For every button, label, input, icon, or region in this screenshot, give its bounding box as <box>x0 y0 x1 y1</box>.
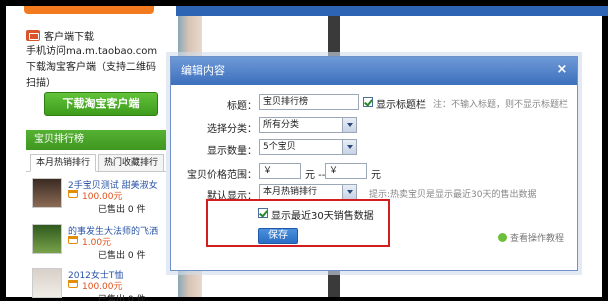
show-title-checkbox[interactable] <box>363 97 373 107</box>
recent-sales-label: 显示最近30天销售数据 <box>271 211 374 222</box>
view-tutorial-label: 查看操作教程 <box>510 234 565 244</box>
title-input[interactable]: 宝贝排行榜 <box>259 94 359 110</box>
cart-icon <box>68 280 78 288</box>
chevron-down-icon <box>342 118 356 132</box>
cart-icon <box>68 190 78 198</box>
tab-monthly-hot[interactable]: 本月热销排行 <box>30 154 96 172</box>
help-icon <box>498 233 507 242</box>
price-unit-separator: 元 -- <box>305 170 326 181</box>
recent-sales-checkbox[interactable] <box>258 208 268 218</box>
product-thumbnail[interactable] <box>32 224 62 254</box>
dialog-title: 编辑内容 <box>181 64 225 77</box>
show-title-label: 显示标题栏 <box>376 100 426 111</box>
product-price: 100.00元 <box>82 192 123 202</box>
product-price: 1.00元 <box>82 238 112 248</box>
category-selected-value: 所有分类 <box>263 120 300 130</box>
rank-list-item[interactable]: 的事发生大法师的飞洒 1.00元 已售出 0 件 <box>26 224 170 268</box>
cart-icon <box>68 236 78 244</box>
close-icon[interactable]: × <box>555 63 569 77</box>
title-hint: 注：不输入标题，则不显示标题栏 <box>433 100 569 110</box>
count-row: 显示数量： 5个宝贝 <box>171 139 579 157</box>
client-download-icon <box>26 30 40 41</box>
default-display-select[interactable]: 本月热销排行 <box>259 184 357 200</box>
price-unit: 元 <box>371 170 381 181</box>
client-download-description: 手机访问ma.m.taobao.com 下载淘宝客户端（支持二维码 扫描） <box>26 46 158 89</box>
download-client-button[interactable]: 下载淘宝客户端 <box>44 92 158 116</box>
price-range-label: 宝贝价格范围： <box>187 170 257 181</box>
product-price: 100.00元 <box>82 282 123 292</box>
page-blue-header <box>176 6 608 16</box>
rank-list-item[interactable]: 2012女士T恤 100.00元 已售出 0 件 <box>26 268 170 301</box>
client-download-title: 客户端下载 <box>44 32 94 43</box>
rank-widget-header: 宝贝排行榜 <box>26 130 170 150</box>
product-sold-count: 已售出 0 件 <box>98 205 146 215</box>
rank-tabs: 本月热销排行 热门收藏排行 <box>26 154 170 172</box>
view-tutorial-link[interactable]: 查看操作教程 <box>498 231 564 244</box>
count-select[interactable]: 5个宝贝 <box>259 139 357 155</box>
shop-sidebar: 客户端下载 手机访问ma.m.taobao.com 下载淘宝客户端（支持二维码 … <box>6 6 170 301</box>
category-row: 选择分类： 所有分类 <box>171 117 579 135</box>
product-thumbnail[interactable] <box>32 178 62 208</box>
count-selected-value: 5个宝贝 <box>263 142 296 152</box>
title-row: 标题： 宝贝排行榜 显示标题栏 注：不输入标题，则不显示标题栏 <box>171 94 579 112</box>
top-orange-button[interactable] <box>24 6 154 14</box>
category-label: 选择分类： <box>207 124 257 135</box>
price-range-row: 宝贝价格范围： ￥ 元 -- ￥ 元 <box>171 163 579 181</box>
save-button[interactable]: 保存 <box>258 228 298 244</box>
price-min-input[interactable]: ￥ <box>259 163 301 179</box>
chevron-down-icon <box>342 185 356 199</box>
window-frame-right <box>602 0 608 301</box>
count-label: 显示数量： <box>207 146 257 157</box>
product-sold-count: 已售出 0 件 <box>98 251 146 261</box>
price-max-input[interactable]: ￥ <box>325 163 367 179</box>
title-label: 标题： <box>227 101 257 112</box>
default-display-selected-value: 本月热销排行 <box>263 187 318 197</box>
client-download-header: 客户端下载 <box>26 28 94 43</box>
category-select[interactable]: 所有分类 <box>259 117 357 133</box>
tab-hot-favorites[interactable]: 热门收藏排行 <box>98 154 164 172</box>
product-sold-count: 已售出 0 件 <box>98 295 146 301</box>
chevron-down-icon <box>342 140 356 154</box>
product-thumbnail[interactable] <box>32 268 62 298</box>
default-display-hint: 提示:热卖宝贝是显示最近30天的售出数据 <box>369 190 537 200</box>
dialog-title-bar: 编辑内容 × <box>171 57 577 85</box>
rank-list-item[interactable]: 2手宝贝测试 甜美淑女 100.00元 已售出 0 件 <box>26 178 170 222</box>
